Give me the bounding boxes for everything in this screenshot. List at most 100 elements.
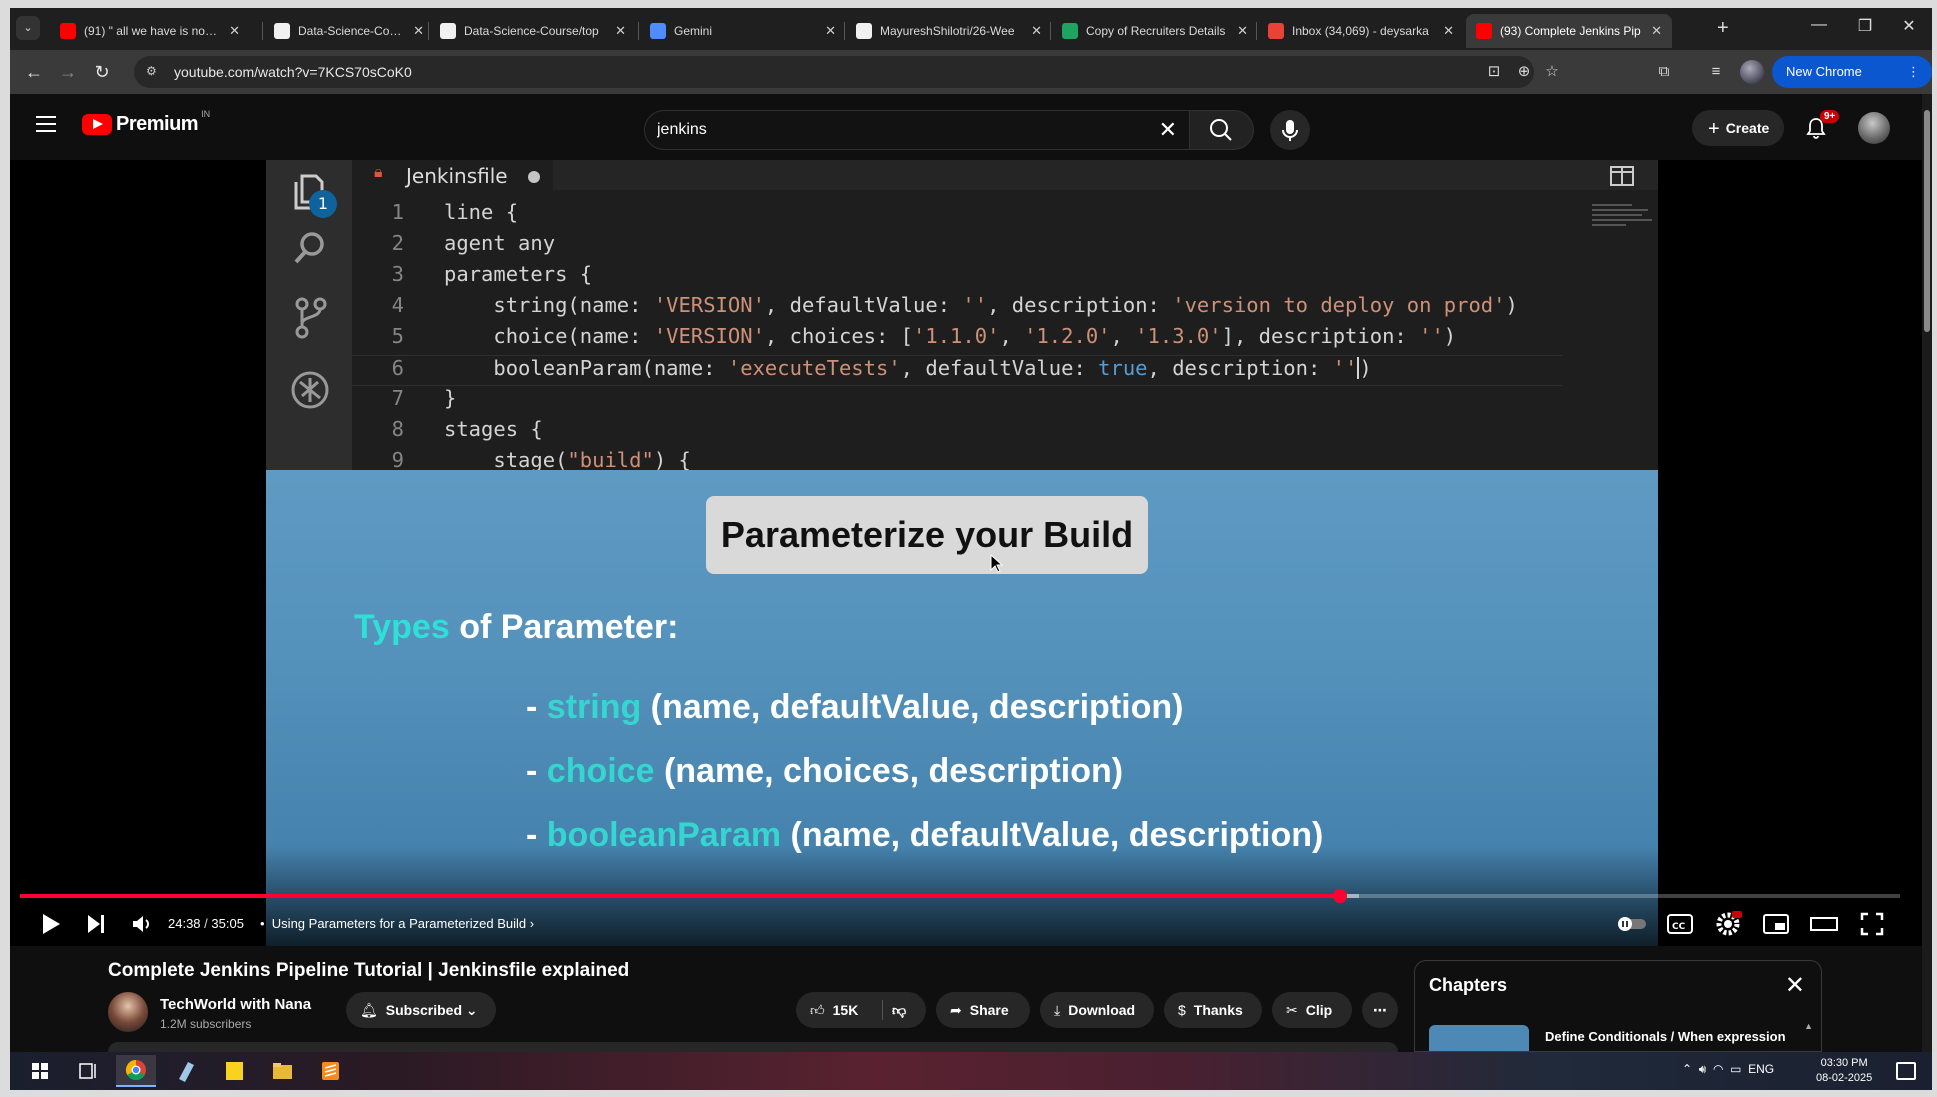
browser-tab[interactable]: (91) " all we have is now... ✕ <box>50 14 250 48</box>
create-button[interactable]: + Create <box>1692 110 1784 146</box>
dislike-button[interactable]: 👎︎ <box>892 992 906 1028</box>
description-box[interactable] <box>108 1042 1398 1052</box>
media-controls-icon[interactable]: ≡ <box>1706 62 1726 82</box>
scrubber-handle[interactable] <box>1332 889 1347 903</box>
theater-mode-icon[interactable] <box>1806 906 1842 942</box>
taskbar-sticky-notes-icon[interactable] <box>214 1055 254 1087</box>
scrollbar-thumb[interactable] <box>1924 110 1930 332</box>
chrome-profile-avatar[interactable] <box>1740 60 1764 84</box>
video-frame[interactable]: 1 🔒︎ Jenkinsfile 1 line {2 agent any 3 param… <box>266 160 1658 946</box>
extensions-icon[interactable]: ⧉ <box>1654 62 1674 82</box>
miniplayer-icon[interactable] <box>1758 906 1794 942</box>
bookmark-star-icon[interactable]: ☆ <box>1542 62 1562 82</box>
current-chapter-button[interactable]: • Using Parameters for a Parameterized B… <box>260 916 534 931</box>
page-scrollbar[interactable] <box>1922 94 1932 1052</box>
scroll-up-icon[interactable]: ▲ <box>1804 1021 1813 1031</box>
browser-tab[interactable]: Data-Science-Course/pre ✕ <box>264 14 434 48</box>
like-button[interactable]: 👍︎ 15K <box>796 992 880 1028</box>
taskbar-clock[interactable]: 03:30 PM 08-02-2025 <box>1816 1056 1872 1086</box>
chapter-item-title[interactable]: Define Conditionals / When expression <box>1545 1029 1786 1044</box>
address-bar[interactable]: ⚙ youtube.com/watch?v=7KCS70sCoK0 ⊡ ⊕ ☆ <box>134 56 1559 88</box>
scissors-icon: ✂ <box>1286 1002 1298 1018</box>
youtube-premium-logo[interactable]: Premium IN <box>82 109 210 136</box>
system-tray[interactable]: ⌃ 🔊︎ ◠ ▭ ENG <box>1682 1062 1774 1077</box>
channel-name[interactable]: TechWorld with Nana <box>160 996 311 1013</box>
guide-menu-icon[interactable] <box>36 116 56 132</box>
voice-search-button[interactable] <box>1270 110 1310 150</box>
close-tab-icon[interactable]: ✕ <box>1443 23 1454 39</box>
fullscreen-icon[interactable] <box>1854 906 1890 942</box>
browser-tab[interactable]: Inbox (34,069) - deysarka ✕ <box>1258 14 1464 48</box>
back-icon[interactable]: ← <box>22 60 46 84</box>
reload-icon[interactable]: ↻ <box>90 60 114 84</box>
taskbar-chrome-icon[interactable] <box>116 1055 156 1087</box>
close-window-button[interactable]: ✕ <box>1886 16 1932 36</box>
search-input[interactable] <box>657 119 1107 141</box>
autoplay-toggle-icon[interactable] <box>1614 906 1650 942</box>
param-name: choice <box>546 752 655 790</box>
clip-button[interactable]: ✂ Clip <box>1272 992 1352 1028</box>
browser-tab[interactable]: Gemini ✕ <box>640 14 846 48</box>
action-center-icon[interactable] <box>1896 1062 1916 1080</box>
close-tab-icon[interactable]: ✕ <box>1237 23 1248 39</box>
site-info-icon[interactable]: ⚙ <box>146 64 162 80</box>
more-actions-button[interactable]: ⋯ <box>1362 992 1398 1028</box>
browser-toolbar: ← → ↻ ⚙ youtube.com/watch?v=7KCS70sCoK0 … <box>10 50 1932 111</box>
search-button[interactable] <box>1190 110 1254 150</box>
close-tab-icon[interactable]: ✕ <box>825 23 836 39</box>
close-tab-icon[interactable]: ✕ <box>229 23 240 39</box>
close-tab-icon[interactable]: ✕ <box>413 23 424 39</box>
line-number: 6 <box>391 356 404 380</box>
channel-avatar[interactable] <box>108 992 148 1032</box>
split-editor-icon[interactable] <box>1610 166 1634 186</box>
chapter-thumbnail[interactable] <box>1429 1025 1529 1051</box>
thanks-button[interactable]: $ Thanks <box>1164 992 1262 1028</box>
browser-tab[interactable]: Copy of Recruiters Details ✕ <box>1052 14 1258 48</box>
speaker-icon[interactable]: 🔊︎ <box>1699 1062 1707 1076</box>
play-icon[interactable] <box>32 906 68 942</box>
close-tab-icon[interactable]: ✕ <box>1031 23 1042 39</box>
restore-button[interactable]: ❐ <box>1842 16 1888 36</box>
settings-gear-icon[interactable] <box>1710 906 1746 942</box>
subtitles-icon[interactable]: CC <box>1662 906 1698 942</box>
subscribed-button[interactable]: 🔔︎ Subscribed ⌄ <box>346 992 496 1028</box>
download-button[interactable]: ⤓ Download <box>1040 992 1154 1028</box>
close-tab-icon[interactable]: ✕ <box>615 23 626 39</box>
taskbar-notes-app-icon[interactable] <box>166 1055 206 1087</box>
editor-tab-jenkinsfile[interactable]: 🔒︎ Jenkinsfile <box>352 160 554 190</box>
chevron-up-icon[interactable]: ⌃ <box>1682 1062 1692 1076</box>
wifi-icon[interactable]: ◠ <box>1713 1062 1723 1076</box>
source-control-icon <box>295 297 327 339</box>
tab-favicon-icon <box>60 23 76 39</box>
browser-tab[interactable]: MayureshShilotri/26-Wee ✕ <box>846 14 1052 48</box>
youtube-account-avatar[interactable] <box>1858 112 1890 144</box>
super-thanks-icon: $ <box>1178 1002 1186 1018</box>
line-number: 3 <box>391 262 404 286</box>
kebab-menu-icon[interactable]: ⋮ <box>1907 56 1920 88</box>
zoom-icon[interactable]: ⊕ <box>1514 62 1534 82</box>
next-video-icon[interactable] <box>78 906 114 942</box>
browser-tab[interactable]: Data-Science-Course/top ✕ <box>430 14 636 48</box>
video-player[interactable]: 1 🔒︎ Jenkinsfile 1 line {2 agent any 3 param… <box>10 160 1922 946</box>
taskbar-file-explorer-icon[interactable] <box>262 1055 302 1087</box>
language-indicator[interactable]: ENG <box>1748 1062 1774 1076</box>
windows-start-icon[interactable] <box>20 1055 60 1087</box>
taskbar-sublime-text-icon[interactable] <box>310 1055 350 1087</box>
volume-icon[interactable] <box>124 906 160 942</box>
tab-search-button[interactable]: ⌄ <box>16 16 40 40</box>
clear-search-icon[interactable]: ✕ <box>1159 119 1177 141</box>
progress-bar[interactable] <box>20 889 1900 903</box>
bell-icon: 🔔︎ <box>360 1002 378 1018</box>
new-tab-button[interactable]: + <box>1717 18 1729 38</box>
forward-icon[interactable]: → <box>56 60 80 84</box>
chevron-right-icon: › <box>529 916 535 931</box>
share-button[interactable]: ➦ Share <box>936 992 1030 1028</box>
task-view-icon[interactable] <box>68 1055 108 1087</box>
close-icon[interactable]: ✕ <box>1785 971 1805 1000</box>
browser-tab[interactable]: (93) Complete Jenkins Pip ✕ <box>1466 14 1672 48</box>
new-chrome-available-button[interactable]: New Chrome available⋮ <box>1772 56 1932 111</box>
battery-icon[interactable]: ▭ <box>1730 1062 1741 1076</box>
close-tab-icon[interactable]: ✕ <box>1651 23 1662 39</box>
minimize-button[interactable]: — <box>1796 16 1842 34</box>
install-app-icon[interactable]: ⊡ <box>1484 62 1504 82</box>
